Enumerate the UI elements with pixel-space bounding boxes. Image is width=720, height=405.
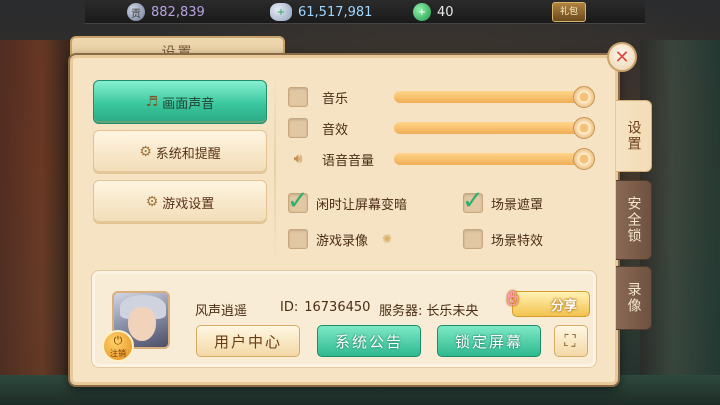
voice-volume-label: 语音音量 — [322, 153, 375, 169]
system-notice-label: 系统公告 — [334, 332, 403, 351]
sound-effects-row: 音效 — [288, 115, 608, 141]
profile-card: ⏻ 注销 风声逍遥 ID: 16736450 服务器: 长乐未央 ✋︎ 分享 用户中… — [91, 270, 597, 368]
server-info: 服务器: 长乐未央 — [379, 300, 478, 319]
silver-counter[interactable]: + 61,517,981 — [270, 3, 372, 21]
speaker-icon: 🔊︎ — [293, 151, 303, 167]
music-row: 音乐 — [288, 84, 608, 110]
currency-bar: 贡 882,839 + 61,517,981 + 40 礼包 — [85, 0, 645, 24]
tab-settings-label: 设置 — [625, 120, 642, 152]
sound-effects-slider[interactable] — [394, 117, 595, 139]
dim-screen-checkbox[interactable] — [287, 186, 309, 216]
server-value: 长乐未央 — [426, 304, 479, 319]
user-id: ID: 16736450 — [280, 300, 370, 315]
dim-screen-label: 闲时让屏幕变暗 — [316, 197, 408, 213]
background-building-right — [640, 40, 720, 380]
settings-panel: 音乐 音效 🔊︎ 语音音量 闲时让屏幕 — [287, 80, 608, 270]
logout-label: 注销 — [110, 349, 126, 358]
coin-counter: 贡 882,839 — [127, 3, 205, 21]
coin-icon: 贡 — [127, 3, 145, 21]
gift-label: 礼包 — [559, 7, 578, 17]
scan-button[interactable]: ⛶ — [554, 325, 588, 357]
dim-screen-option[interactable]: 闲时让屏幕变暗 — [287, 186, 408, 216]
scene-effects-checkbox[interactable] — [463, 229, 483, 249]
gem-counter[interactable]: + 40 — [413, 3, 454, 21]
username: 风声逍遥 — [195, 304, 248, 319]
music-note-icon: ♬ — [145, 94, 159, 110]
scene-mask-option[interactable]: 场景遮罩 — [462, 186, 544, 216]
power-icon: ⏻ — [113, 334, 123, 347]
voice-volume-slider-fill — [394, 153, 584, 165]
scene-mask-checkbox[interactable] — [462, 186, 484, 216]
scene-mask-label: 场景遮罩 — [491, 197, 544, 213]
server-label: 服务器: — [379, 304, 423, 319]
logout-button[interactable]: ⏻ 注销 — [102, 330, 134, 362]
menu-item-label: 画面声音 — [162, 96, 215, 112]
settings-dialog: ♬ 画面声音 ⚙ 系统和提醒 ⚙ 游戏设置 音乐 音效 🔊︎ 语音音量 ✓ 闲时… — [70, 55, 618, 385]
user-id-value: 16736450 — [304, 300, 371, 315]
close-icon: ✕ — [614, 46, 630, 68]
system-notice-button[interactable]: 系统公告 — [317, 325, 421, 357]
gear-icon: ⚙ — [139, 144, 152, 160]
music-label: 音乐 — [322, 91, 349, 107]
lock-screen-label: 锁定屏幕 — [454, 332, 523, 351]
user-center-button[interactable]: 用户中心 — [196, 325, 300, 357]
sound-effects-label: 音效 — [322, 122, 349, 138]
tab-recording[interactable]: 录像 — [616, 266, 652, 330]
avatar-face — [128, 307, 156, 341]
share-label: 分享 — [550, 298, 577, 314]
gift-button[interactable]: 礼包 — [552, 2, 586, 22]
music-checkbox[interactable] — [288, 87, 308, 107]
lock-screen-button[interactable]: 锁定屏幕 — [437, 325, 541, 357]
voice-volume-slider[interactable] — [394, 148, 595, 170]
game-recording-checkbox[interactable] — [288, 229, 308, 249]
menu-item-label: 游戏设置 — [162, 196, 215, 212]
tab-settings[interactable]: 设置 — [616, 100, 652, 172]
coin-value: 882,839 — [151, 4, 205, 20]
gem-value: 40 — [437, 4, 454, 20]
menu-item-display-sound[interactable]: ♬ 画面声音 — [93, 80, 267, 124]
background-building-left — [0, 40, 70, 380]
share-hand-icon: ✋︎ — [507, 286, 519, 310]
green-gem-icon: + — [413, 3, 431, 21]
game-recording-option[interactable]: 游戏录像 ✺ — [288, 227, 392, 251]
close-button[interactable]: ✕ — [607, 42, 637, 72]
menu-item-label: 系统和提醒 — [155, 146, 221, 162]
scan-icon: ⛶ — [564, 331, 578, 350]
music-slider-knob[interactable] — [573, 86, 595, 108]
silver-value: 61,517,981 — [298, 4, 373, 20]
gear-icon: ⚙ — [145, 194, 159, 210]
voice-volume-slider-knob[interactable] — [573, 148, 595, 170]
menu-item-game-settings[interactable]: ⚙ 游戏设置 — [93, 180, 267, 224]
music-slider-fill — [394, 91, 584, 103]
tab-security-lock[interactable]: 安全锁 — [616, 180, 652, 260]
user-id-label: ID: — [280, 300, 299, 315]
music-slider[interactable] — [394, 86, 595, 108]
recording-settings-icon[interactable]: ✺ — [382, 232, 392, 246]
settings-menu: ♬ 画面声音 ⚙ 系统和提醒 ⚙ 游戏设置 — [93, 80, 267, 230]
game-recording-label: 游戏录像 — [316, 233, 369, 249]
sound-effects-slider-fill — [394, 122, 584, 134]
menu-divider — [274, 76, 276, 262]
sound-effects-slider-knob[interactable] — [573, 117, 595, 139]
user-center-label: 用户中心 — [213, 332, 282, 351]
silver-ingot-icon: + — [270, 3, 292, 21]
tab-security-lock-label: 安全锁 — [625, 196, 642, 244]
share-button[interactable]: ✋︎ 分享 — [507, 286, 590, 317]
tab-recording-label: 录像 — [625, 282, 642, 314]
sound-effects-checkbox[interactable] — [288, 118, 308, 138]
scene-effects-option[interactable]: 场景特效 — [463, 227, 543, 251]
menu-item-system-reminder[interactable]: ⚙ 系统和提醒 — [93, 130, 267, 174]
scene-effects-label: 场景特效 — [491, 233, 544, 249]
voice-volume-row: 🔊︎ 语音音量 — [288, 146, 608, 172]
